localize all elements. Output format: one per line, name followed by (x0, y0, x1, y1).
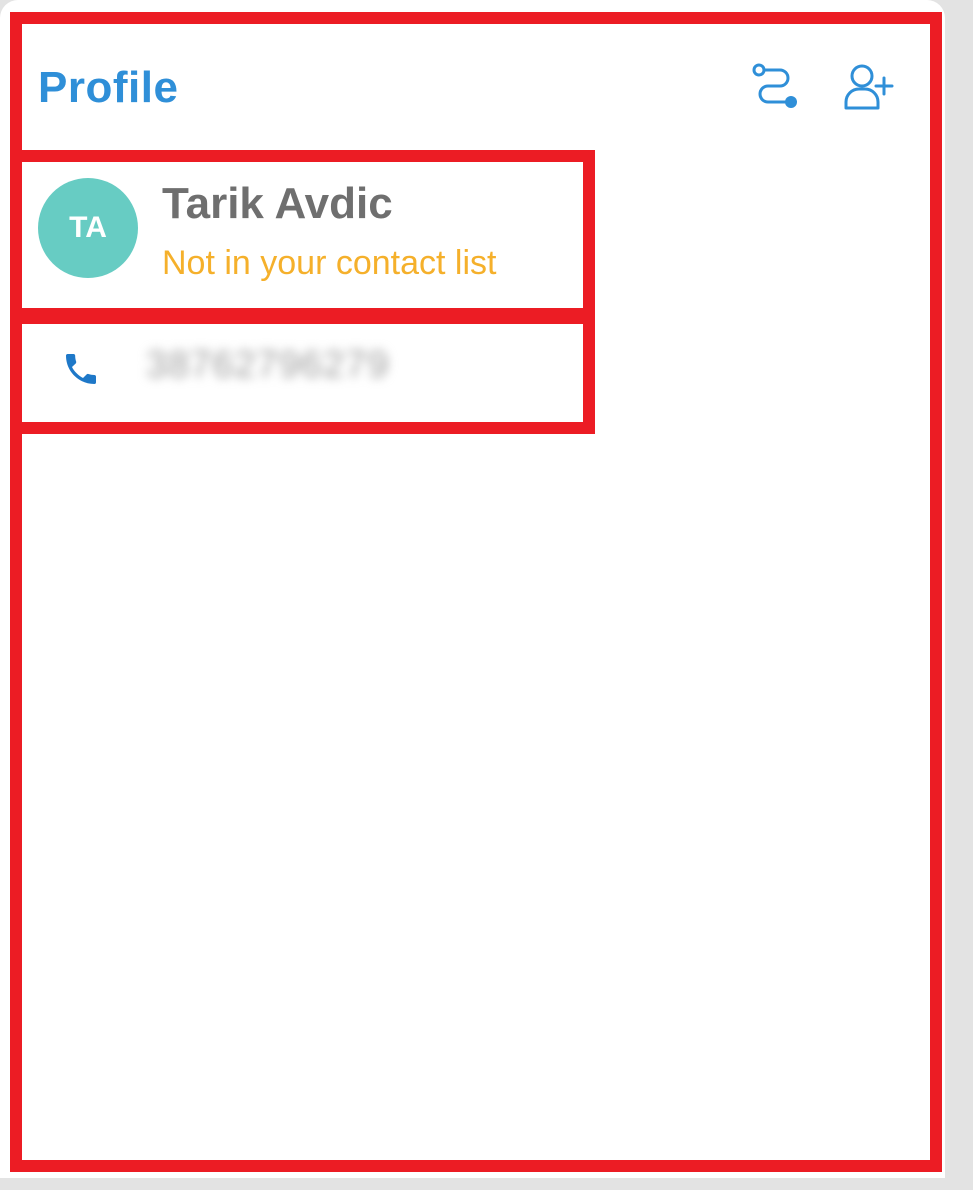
contact-name: Tarik Avdic (162, 179, 393, 228)
profile-panel: Profile TA Tarik Avdic Not in your conta… (0, 0, 945, 1178)
phone-icon-graphic (66, 354, 96, 384)
add-contact-icon[interactable] (840, 58, 896, 114)
avatar: TA (38, 178, 138, 278)
route-icon-graphic (752, 63, 797, 108)
phone-number[interactable]: 38762796279 (146, 340, 389, 390)
phone-icon[interactable] (58, 346, 104, 392)
contact-status: Not in your contact list (162, 244, 497, 282)
route-icon[interactable] (747, 58, 803, 114)
page-title: Profile (38, 63, 179, 112)
add-contact-icon-graphic (844, 64, 894, 110)
